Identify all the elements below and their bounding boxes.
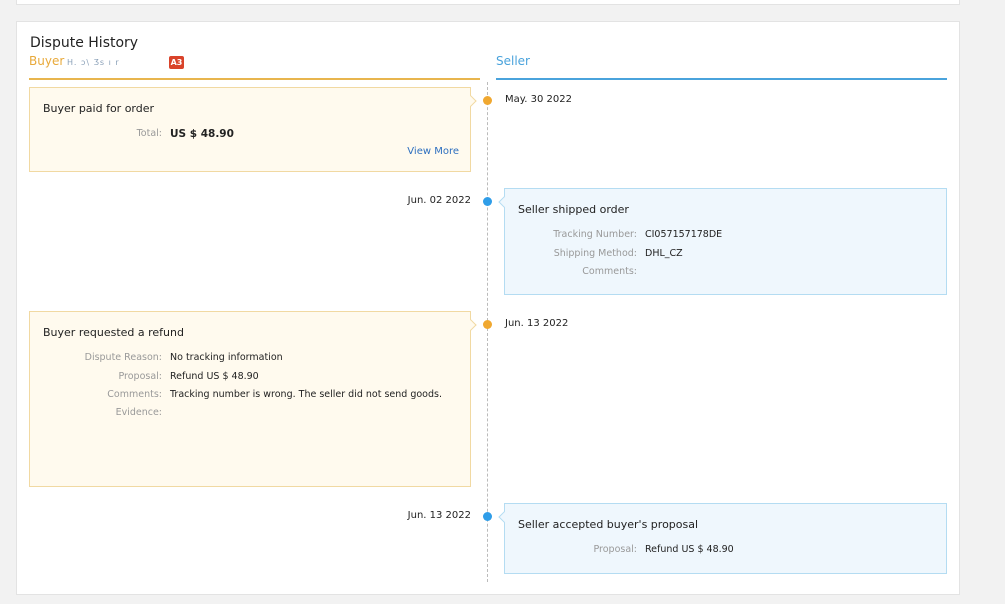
card-pointer <box>465 95 477 107</box>
event-date: May. 30 2022 <box>505 94 572 105</box>
card-pointer <box>465 319 477 331</box>
tracking-number: CI057157178DE <box>645 229 723 240</box>
field-row: Comments: <box>505 266 946 280</box>
timeline-dot-buyer <box>483 320 492 329</box>
event-title: Seller accepted buyer's proposal <box>518 518 699 531</box>
field-label: Shipping Method: <box>553 248 637 259</box>
event-card-buyer-refund: Buyer requested a refund Dispute Reason:… <box>29 311 477 487</box>
field-label: Comments: <box>107 389 162 400</box>
total-amount: US $ 48.90 <box>170 128 234 140</box>
field-row: Shipping Method: DHL_CZ <box>505 248 946 262</box>
field-label: Tracking Number: <box>553 229 637 240</box>
field-row: Evidence: <box>30 407 470 421</box>
dispute-history-card: Dispute History Buyer H. ɔ\ Ʒs ı r A3 Se… <box>16 21 960 595</box>
field-label: Comments: <box>582 266 637 277</box>
buyer-level-badge: A3 <box>169 56 184 69</box>
event-date: Jun. 13 2022 <box>407 510 471 521</box>
event-card-buyer-paid: Buyer paid for order Total: US $ 48.90 V… <box>29 87 477 172</box>
dispute-reason: No tracking information <box>170 352 283 363</box>
field-row: Proposal: Refund US $ 48.90 <box>30 371 470 385</box>
timeline-dot-seller <box>483 197 492 206</box>
event-title: Seller shipped order <box>518 203 629 216</box>
field-label: Proposal: <box>593 544 637 555</box>
seller-column-header: Seller <box>496 52 947 80</box>
buyer-column-label: Buyer <box>29 54 65 68</box>
view-more-link[interactable]: View More <box>407 146 459 157</box>
event-card-seller-shipped: Seller shipped order Tracking Number: CI… <box>498 188 947 295</box>
event-title: Buyer paid for order <box>43 102 155 115</box>
accepted-proposal: Refund US $ 48.90 <box>645 544 734 555</box>
field-row: Comments: Tracking number is wrong. The … <box>30 389 470 403</box>
timeline-dot-buyer <box>483 96 492 105</box>
field-row: Tracking Number: CI057157178DE <box>505 229 946 243</box>
field-row: Proposal: Refund US $ 48.90 <box>505 544 946 558</box>
buyer-name: H. ɔ\ Ʒs ı r <box>67 58 120 67</box>
timeline-axis <box>487 82 488 582</box>
card-pointer <box>498 196 510 208</box>
section-title: Dispute History <box>30 35 139 51</box>
previous-section-card <box>16 0 960 5</box>
field-label: Evidence: <box>115 407 162 418</box>
refund-proposal: Refund US $ 48.90 <box>170 371 259 382</box>
refund-comments: Tracking number is wrong. The seller did… <box>170 389 442 400</box>
field-label: Dispute Reason: <box>84 352 162 363</box>
card-pointer <box>498 511 510 523</box>
event-date: Jun. 13 2022 <box>505 318 569 329</box>
field-row: Total: US $ 48.90 <box>30 128 470 142</box>
field-row: Dispute Reason: No tracking information <box>30 352 470 366</box>
field-label: Total: <box>136 128 162 139</box>
event-title: Buyer requested a refund <box>43 326 184 339</box>
field-label: Proposal: <box>118 371 162 382</box>
shipping-method: DHL_CZ <box>645 248 683 259</box>
seller-column-label: Seller <box>496 54 530 68</box>
event-card-seller-accepted: Seller accepted buyer's proposal Proposa… <box>498 503 947 574</box>
event-date: Jun. 02 2022 <box>407 195 471 206</box>
timeline-dot-seller <box>483 512 492 521</box>
buyer-column-header: Buyer H. ɔ\ Ʒs ı r A3 <box>29 52 480 80</box>
